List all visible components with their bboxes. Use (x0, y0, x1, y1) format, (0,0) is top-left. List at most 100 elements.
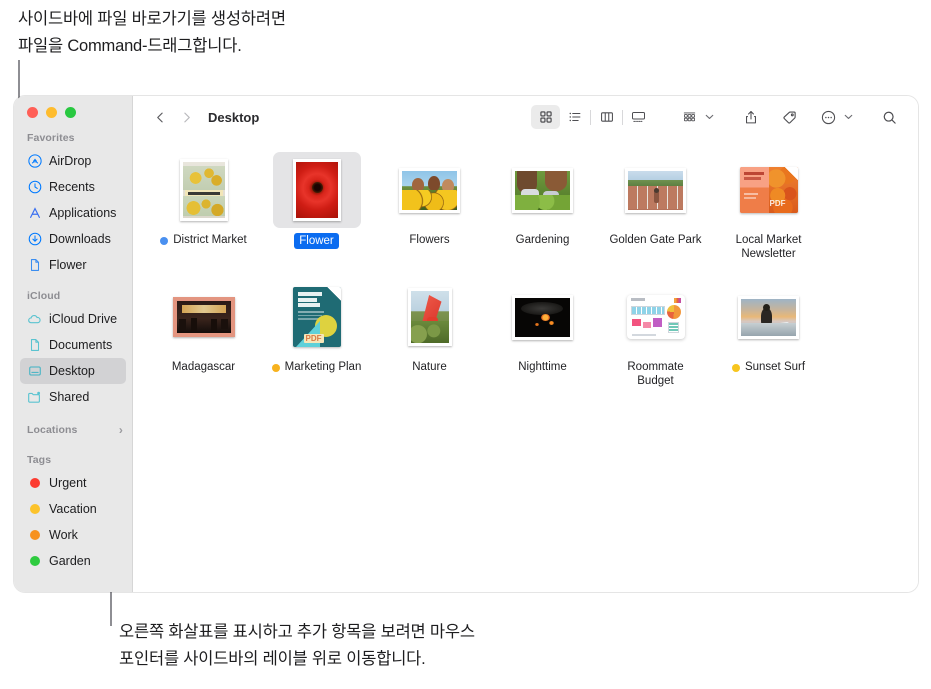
file-label-row: Nature (412, 360, 447, 374)
sidebar-section-locations: Locations › (14, 424, 132, 440)
file-grid: District Market Flower Flowers Gardening… (133, 138, 918, 592)
sidebar-item-label: Desktop (49, 364, 95, 378)
group-by-button[interactable] (675, 105, 704, 129)
callout-bottom-text: 오른쪽 화살표를 표시하고 추가 항목을 보려면 마우스 포인터를 사이드바의 … (119, 623, 475, 668)
sidebar-section-tags: Tags Urgent Vacation Work Garden (14, 454, 132, 574)
file-thumbnail (386, 279, 474, 355)
sidebar-header-favorites[interactable]: Favorites (14, 132, 132, 148)
sidebar-item-desktop[interactable]: Desktop (20, 358, 126, 384)
sidebar-item-tag-work[interactable]: Work (20, 522, 126, 548)
sidebar-item-recents[interactable]: Recents (20, 174, 126, 200)
minimize-button[interactable] (46, 107, 57, 118)
file-thumbnail (499, 279, 587, 355)
file-item[interactable]: Nature (373, 273, 486, 388)
group-by-control[interactable] (675, 105, 714, 129)
breadcrumb[interactable]: Desktop (208, 110, 259, 125)
file-label-row: Golden Gate Park (609, 233, 701, 247)
file-label: Golden Gate Park (609, 234, 702, 246)
file-label-row: Madagascar (172, 360, 235, 374)
sidebar-item-label: Documents (49, 338, 113, 352)
column-view-button[interactable] (592, 105, 621, 129)
finder-window: Favorites AirDrop Recents Applications D… (14, 96, 918, 592)
desktop-icon (27, 364, 42, 379)
sidebar-item-label: Flower (49, 258, 87, 272)
tag-dot-icon (27, 554, 42, 569)
sidebar-header-tags[interactable]: Tags (14, 454, 132, 470)
file-label-row: Sunset Surf (731, 360, 806, 374)
file-item[interactable]: Flower (260, 146, 373, 261)
sidebar-item-tag-urgent[interactable]: Urgent (20, 470, 126, 496)
sidebar-item-icloud-drive[interactable]: iCloud Drive (20, 306, 126, 332)
file-label: Sunset Surf (744, 361, 806, 373)
search-button[interactable] (875, 105, 904, 129)
sidebar-header-locations[interactable]: Locations › (14, 424, 132, 440)
tag-dot-icon (27, 528, 42, 543)
back-button[interactable] (147, 104, 173, 130)
file-thumbnail (612, 279, 700, 355)
file-item[interactable]: Roommate Budget (599, 273, 712, 388)
sidebar-item-label: Urgent (49, 476, 87, 490)
file-item[interactable]: Gardening (486, 146, 599, 261)
tag-button[interactable] (775, 105, 804, 129)
view-switcher (531, 105, 653, 129)
file-label-row: Flowers (409, 233, 449, 247)
file-item[interactable]: Flowers (373, 146, 486, 261)
sidebar-header-label: Favorites (27, 132, 75, 144)
gallery-view-button[interactable] (624, 105, 653, 129)
file-item[interactable]: Golden Gate Park (599, 146, 712, 261)
file-label: Madagascar (171, 361, 236, 373)
zoom-button[interactable] (65, 107, 76, 118)
file-item[interactable]: Sunset Surf (712, 273, 825, 388)
sidebar-item-label: Garden (49, 554, 91, 568)
file-item[interactable]: PDF Marketing Plan (260, 273, 373, 388)
file-tag-dot (271, 364, 280, 372)
share-button[interactable] (736, 105, 765, 129)
sidebar-item-airdrop[interactable]: AirDrop (20, 148, 126, 174)
more-actions-button[interactable] (814, 105, 843, 129)
sidebar-item-downloads[interactable]: Downloads (20, 226, 126, 252)
file-tag-dot (731, 364, 740, 372)
sidebar-section-icloud: iCloud iCloud Drive Documents Desktop Sh… (14, 290, 132, 410)
forward-button[interactable] (173, 104, 199, 130)
more-actions-control[interactable] (814, 105, 853, 129)
pdf-icon: PDF (739, 167, 798, 213)
file-label: Marketing Plan (284, 361, 362, 373)
chevron-down-icon[interactable] (705, 112, 714, 122)
file-label: Flowers (409, 234, 450, 246)
sidebar-item-tag-vacation[interactable]: Vacation (20, 496, 126, 522)
list-view-button[interactable] (560, 105, 589, 129)
download-circle-icon (27, 232, 42, 247)
main-pane: Desktop District Market Flower Flowers G… (133, 96, 918, 592)
file-item[interactable]: Nighttime (486, 273, 599, 388)
sidebar-item-label: AirDrop (49, 154, 92, 168)
file-label: Flower (294, 233, 339, 249)
file-item[interactable]: Madagascar (147, 273, 260, 388)
file-label-row: Gardening (516, 233, 570, 247)
sidebar-item-flower[interactable]: Flower (20, 252, 126, 278)
sidebar-item-documents[interactable]: Documents (20, 332, 126, 358)
callout-top-text: 사이드바에 파일 바로가기를 생성하려면 파일을 Command-드래그합니다. (18, 10, 286, 55)
file-label: Local Market Newsletter (735, 234, 802, 260)
close-button[interactable] (27, 107, 38, 118)
file-thumbnail (160, 152, 248, 228)
sidebar-item-label: Vacation (49, 502, 97, 516)
file-item[interactable]: PDF Local Market Newsletter (712, 146, 825, 261)
file-label-row: District Market (160, 233, 247, 247)
file-label-row: Nighttime (518, 360, 567, 374)
sidebar-item-tag-garden[interactable]: Garden (20, 548, 126, 574)
sidebar-header-label: Locations (27, 424, 78, 436)
sidebar-item-shared[interactable]: Shared (20, 384, 126, 410)
applications-icon (27, 206, 42, 221)
file-item[interactable]: District Market (147, 146, 260, 261)
chevron-right-icon[interactable]: › (119, 424, 123, 436)
screenshot-root: 사이드바에 파일 바로가기를 생성하려면 파일을 Command-드래그합니다.… (0, 0, 931, 689)
sidebar-item-applications[interactable]: Applications (20, 200, 126, 226)
file-thumbnail (386, 152, 474, 228)
cloud-icon (27, 312, 42, 327)
sidebar-header-label: iCloud (27, 290, 61, 302)
icon-view-button[interactable] (531, 105, 560, 129)
sidebar-header-icloud[interactable]: iCloud (14, 290, 132, 306)
chevron-down-icon[interactable] (844, 112, 853, 122)
file-thumbnail (725, 279, 813, 355)
document-icon (27, 338, 42, 353)
